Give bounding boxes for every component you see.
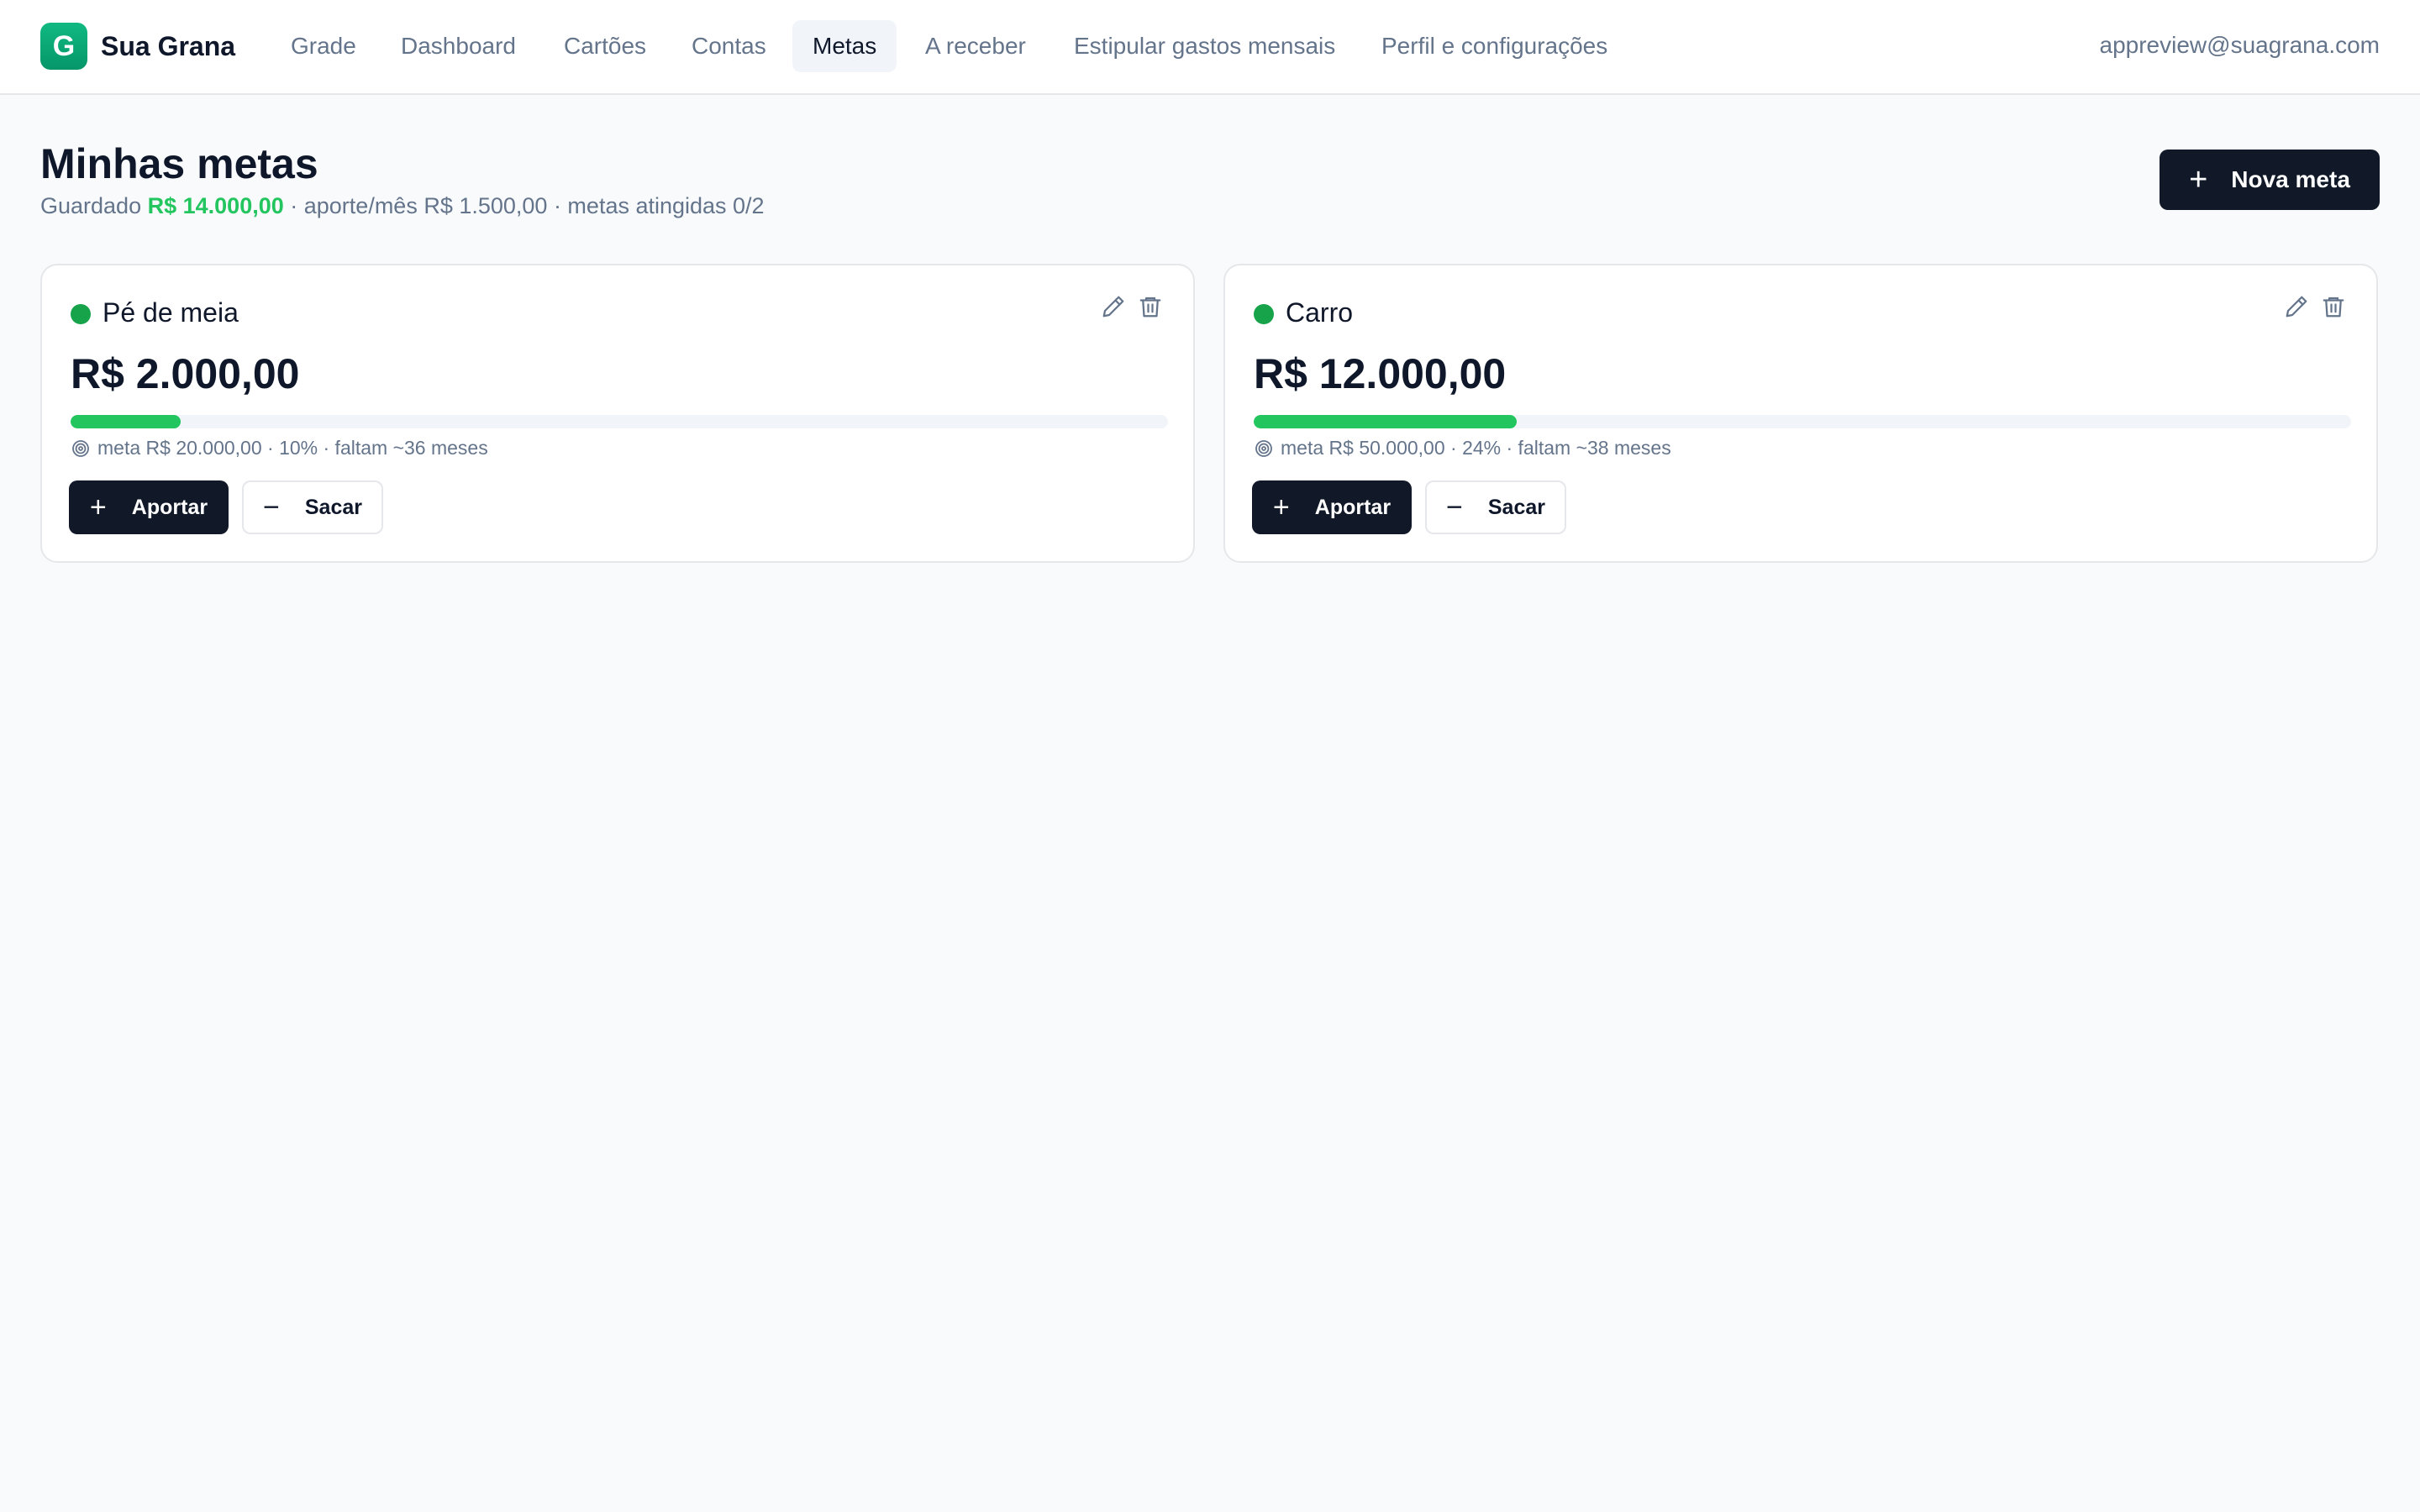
goal-meta: meta R$ 50.000,00 · 24% · faltam ~38 mes… <box>1254 437 1671 459</box>
summary-rest: · aporte/mês R$ 1.500,00 · metas atingid… <box>290 193 765 218</box>
goal-name: Carro <box>1286 297 1354 328</box>
minus-icon: − <box>1446 491 1463 523</box>
brand[interactable]: G Sua Grana <box>40 23 235 70</box>
nav-item-a-receber[interactable]: A receber <box>905 20 1046 72</box>
nav-item-grade[interactable]: Grade <box>271 20 376 72</box>
nav-item-contas[interactable]: Contas <box>671 20 786 72</box>
trash-icon[interactable] <box>1136 292 1165 321</box>
goal-progress-bar <box>1254 415 2351 428</box>
goals-summary: Guardado R$ 14.000,00 · aporte/mês R$ 1.… <box>40 193 765 219</box>
contribute-button[interactable]: + Aportar <box>1252 480 1412 534</box>
plus-icon: + <box>1272 491 1290 523</box>
goal-card: Carro R$ 12.000,00 meta R$ 50.000,00 · 2… <box>1223 264 2378 563</box>
minus-icon: − <box>263 491 280 523</box>
goal-color-dot <box>1254 304 1274 324</box>
page-title: Minhas metas <box>40 140 318 187</box>
goal-meta-text: meta R$ 50.000,00 · 24% · faltam ~38 mes… <box>1281 437 1671 459</box>
goal-progress-fill <box>71 415 181 428</box>
goal-progress-fill <box>1254 415 1518 428</box>
plus-icon: + <box>89 491 107 523</box>
top-navbar: G Sua Grana Grade Dashboard Cartões Cont… <box>0 0 2420 95</box>
goal-color-dot <box>71 304 91 324</box>
brand-logo-icon: G <box>40 23 87 70</box>
goal-amount: R$ 12.000,00 <box>1254 350 1507 397</box>
brand-name: Sua Grana <box>101 30 236 61</box>
plus-icon: + <box>2189 162 2208 197</box>
goal-meta-text: meta R$ 20.000,00 · 10% · faltam ~36 mes… <box>97 437 488 459</box>
new-goal-button[interactable]: + Nova meta <box>2160 150 2380 210</box>
pencil-icon[interactable] <box>2282 292 2311 321</box>
contribute-label: Aportar <box>131 495 208 519</box>
goal-card: Pé de meia R$ 2.000,00 meta R$ 20.000,00… <box>40 264 1195 563</box>
nav-item-estipular-gastos[interactable]: Estipular gastos mensais <box>1054 20 1355 72</box>
summary-saved-label: Guardado <box>40 193 142 218</box>
withdraw-label: Sacar <box>304 495 362 519</box>
pencil-icon[interactable] <box>1099 292 1128 321</box>
withdraw-label: Sacar <box>1487 495 1545 519</box>
nav-item-dashboard[interactable]: Dashboard <box>381 20 536 72</box>
contribute-button[interactable]: + Aportar <box>69 480 229 534</box>
nav-item-perfil[interactable]: Perfil e configurações <box>1361 20 1628 72</box>
withdraw-button[interactable]: − Sacar <box>242 480 383 534</box>
user-email[interactable]: appreview@suagrana.com <box>2100 32 2380 59</box>
goal-progress-bar <box>71 415 1168 428</box>
nav-item-cartoes[interactable]: Cartões <box>544 20 666 72</box>
goal-amount: R$ 2.000,00 <box>71 350 300 397</box>
contribute-label: Aportar <box>1314 495 1392 519</box>
target-icon <box>71 438 91 459</box>
trash-icon[interactable] <box>2319 292 2348 321</box>
nav-item-metas[interactable]: Metas <box>792 20 897 72</box>
goal-meta: meta R$ 20.000,00 · 10% · faltam ~36 mes… <box>71 437 488 459</box>
goal-name: Pé de meia <box>103 297 239 328</box>
summary-saved-value: R$ 14.000,00 <box>147 193 284 218</box>
new-goal-label: Nova meta <box>2231 166 2350 192</box>
target-icon <box>1254 438 1274 459</box>
withdraw-button[interactable]: − Sacar <box>1425 480 1566 534</box>
